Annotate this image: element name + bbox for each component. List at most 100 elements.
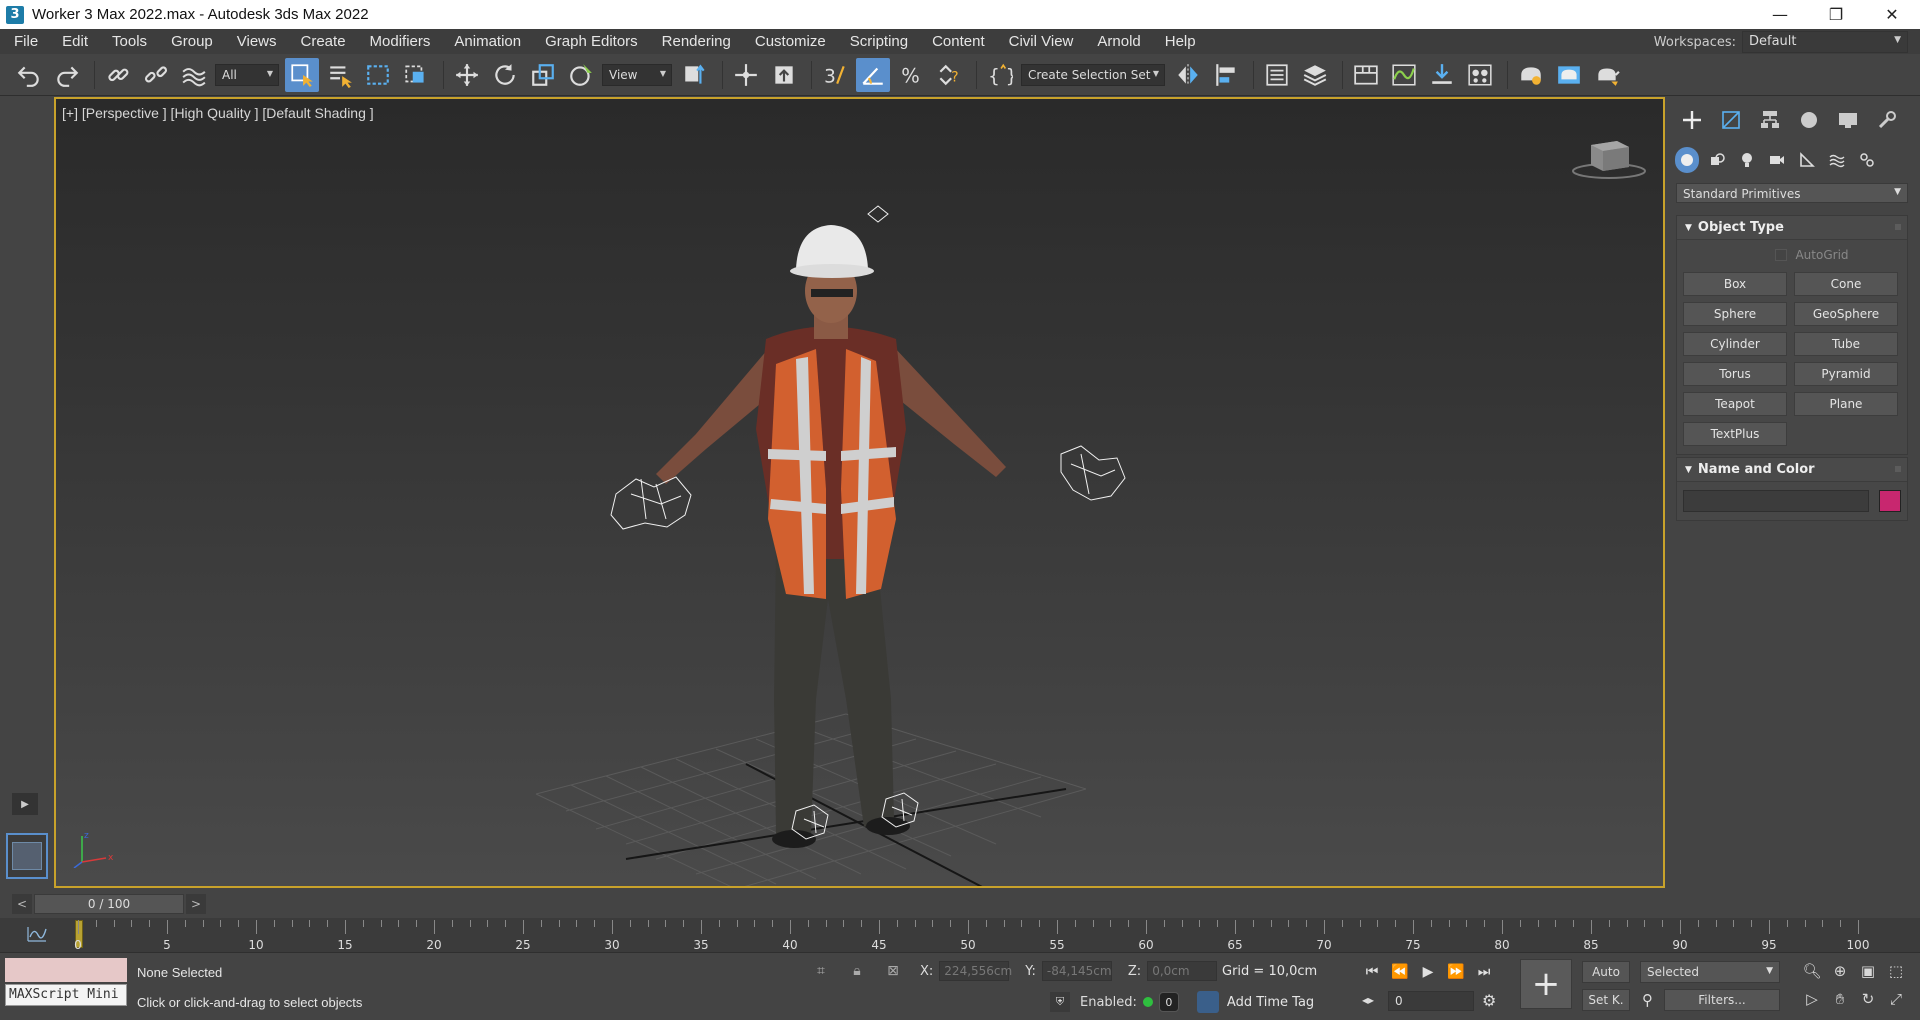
curve-editor-mini-icon[interactable]	[26, 925, 48, 943]
key-filters-button[interactable]: Filters...	[1664, 989, 1780, 1011]
named-selection-set-dropdown[interactable]: Create Selection Set	[1021, 63, 1165, 86]
cylinder-button[interactable]: Cylinder	[1683, 332, 1787, 356]
menu-help[interactable]: Help	[1153, 33, 1208, 50]
next-key-button[interactable]: ⏩	[1442, 961, 1470, 983]
link-button[interactable]	[101, 58, 135, 92]
render-setup-button[interactable]	[1514, 58, 1548, 92]
object-category-dropdown[interactable]: Standard Primitives	[1676, 183, 1908, 203]
subtab-systems[interactable]	[1852, 147, 1882, 173]
menu-animation[interactable]: Animation	[442, 33, 533, 50]
textplus-button[interactable]: TextPlus	[1683, 422, 1787, 446]
menu-rendering[interactable]: Rendering	[650, 33, 743, 50]
rotate-button[interactable]	[488, 58, 522, 92]
keyboard-shortcut-override-button[interactable]	[767, 58, 801, 92]
select-object-button[interactable]	[285, 57, 319, 92]
minimize-button[interactable]: —	[1752, 0, 1808, 29]
menu-customize[interactable]: Customize	[743, 33, 838, 50]
auto-key-button[interactable]: Auto	[1582, 961, 1630, 983]
set-key-big-button[interactable]: +	[1520, 959, 1572, 1009]
tab-create[interactable]	[1672, 107, 1711, 133]
spinner-snap-button[interactable]: ?	[932, 58, 966, 92]
z-coordinate-field[interactable]: 0,0cm	[1147, 961, 1218, 981]
viewport-layout-thumbnail[interactable]	[6, 833, 48, 879]
menu-content[interactable]: Content	[920, 33, 997, 50]
box-button[interactable]: Box	[1683, 272, 1787, 296]
absolute-mode-icon[interactable]: ⊠	[882, 961, 904, 981]
maxscript-mini-listener[interactable]: MAXScript Mini	[5, 984, 127, 1006]
shield-icon[interactable]: ⛨	[1050, 992, 1070, 1012]
menu-tools[interactable]: Tools	[100, 33, 159, 50]
restore-button[interactable]: ❐	[1808, 0, 1864, 29]
perspective-viewport[interactable]: [+] [Perspective ] [High Quality ] [Defa…	[54, 97, 1665, 888]
time-config-icon[interactable]: ⚙	[1482, 991, 1496, 1010]
torus-button[interactable]: Torus	[1683, 362, 1787, 386]
scene-explorer-button[interactable]	[1260, 58, 1294, 92]
cone-button[interactable]: Cone	[1794, 272, 1898, 296]
selection-lock-icon[interactable]: 🔒︎	[846, 961, 868, 981]
autogrid-checkbox[interactable]	[1775, 249, 1788, 261]
placement-button[interactable]	[564, 58, 598, 92]
menu-views[interactable]: Views	[225, 33, 289, 50]
menu-create[interactable]: Create	[289, 33, 358, 50]
mirror-button[interactable]	[1171, 58, 1205, 92]
workspaces-dropdown[interactable]: Default	[1742, 31, 1908, 53]
tube-button[interactable]: Tube	[1794, 332, 1898, 356]
zoom-extents-all-icon[interactable]: ⬚	[1884, 959, 1908, 983]
expand-layout-button[interactable]: ▶	[12, 793, 38, 815]
move-button[interactable]	[450, 58, 484, 92]
viewcube[interactable]	[1569, 133, 1649, 181]
render-production-button[interactable]	[1590, 58, 1624, 92]
x-coordinate-field[interactable]: 224,556cm	[939, 961, 1012, 981]
previous-frame-button[interactable]: <	[12, 894, 32, 914]
sphere-button[interactable]: Sphere	[1683, 302, 1787, 326]
maxscript-listener-output[interactable]	[5, 958, 127, 982]
align-button[interactable]	[1209, 58, 1243, 92]
percent-snap-button[interactable]: %	[894, 58, 928, 92]
menu-edit[interactable]: Edit	[50, 33, 100, 50]
set-key-button[interactable]: Set K.	[1582, 989, 1630, 1011]
subtab-shapes[interactable]	[1702, 147, 1732, 173]
pan-hand-icon[interactable]: ✋︎	[1828, 987, 1852, 1011]
menu-graph-editors[interactable]: Graph Editors	[533, 33, 650, 50]
frame-ruler[interactable]: 0 5 10 15 20 25 30 35 40 45 50 55 60 65 70 75 80 85 90 95 10…	[74, 918, 1869, 952]
window-crossing-button[interactable]	[399, 58, 433, 92]
next-frame-button[interactable]: >	[186, 894, 206, 914]
close-button[interactable]: ✕	[1864, 0, 1920, 29]
current-frame-field[interactable]: 0	[1388, 991, 1474, 1011]
go-to-start-button[interactable]: ⏮	[1358, 961, 1386, 983]
object-name-field[interactable]	[1683, 490, 1870, 512]
redo-button[interactable]	[50, 58, 84, 92]
time-slider-thumb[interactable]: 0 / 100	[34, 894, 184, 914]
rendered-frame-window-button[interactable]	[1552, 58, 1586, 92]
y-coordinate-field[interactable]: -84,145cm	[1041, 961, 1112, 981]
key-filter-dropdown[interactable]: Selected	[1640, 961, 1780, 983]
orbit-icon[interactable]: ↻	[1856, 987, 1880, 1011]
material-editor-button[interactable]	[1463, 58, 1497, 92]
field-of-view-icon[interactable]: ▷	[1800, 987, 1824, 1011]
viewport-label-menu[interactable]: [+] [Perspective ] [High Quality ] [Defa…	[62, 105, 374, 121]
object-color-swatch[interactable]	[1879, 490, 1901, 512]
plane-button[interactable]: Plane	[1794, 392, 1898, 416]
isolate-selection-icon[interactable]: ⌗	[810, 961, 832, 981]
menu-modifiers[interactable]: Modifiers	[358, 33, 443, 50]
time-tag-icon[interactable]	[1196, 991, 1219, 1013]
snaps-toggle-button[interactable]: 3	[818, 58, 852, 92]
subtab-lights[interactable]	[1732, 147, 1762, 173]
select-manipulate-button[interactable]	[729, 58, 763, 92]
selection-filter-dropdown[interactable]: All	[215, 63, 279, 86]
menu-file[interactable]: File	[0, 33, 50, 50]
undo-button[interactable]	[12, 58, 46, 92]
tab-motion[interactable]	[1789, 107, 1828, 133]
menu-scripting[interactable]: Scripting	[838, 33, 920, 50]
scale-button[interactable]	[526, 58, 560, 92]
tab-modify[interactable]	[1711, 107, 1750, 133]
zoom-icon[interactable]: 🔍︎	[1800, 959, 1824, 983]
maximize-viewport-icon[interactable]: ⤢	[1884, 987, 1908, 1011]
go-to-end-button[interactable]: ⏭	[1470, 961, 1498, 983]
name-and-color-header[interactable]: ▼ Name and Color	[1677, 458, 1907, 482]
select-by-name-button[interactable]	[323, 58, 357, 92]
layer-explorer-button[interactable]	[1298, 58, 1332, 92]
angle-snap-button[interactable]	[856, 57, 890, 92]
geosphere-button[interactable]: GeoSphere	[1794, 302, 1898, 326]
menu-group[interactable]: Group	[159, 33, 225, 50]
